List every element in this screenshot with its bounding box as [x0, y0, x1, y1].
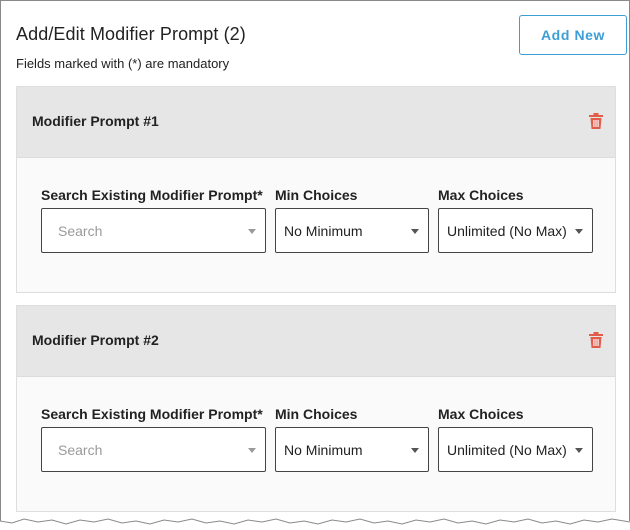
search-prompt-select[interactable]: Search — [41, 427, 266, 472]
trash-icon[interactable] — [589, 332, 603, 348]
search-prompt-select[interactable]: Search — [41, 208, 266, 253]
trash-icon[interactable] — [589, 113, 603, 129]
chevron-down-icon — [575, 229, 583, 234]
modifier-prompt-card: Modifier Prompt #1 Search Existing Modif… — [16, 86, 616, 293]
page-title: Add/Edit Modifier Prompt (2) — [16, 24, 246, 44]
chevron-down-icon — [248, 229, 256, 234]
min-choices-value: No Minimum — [284, 222, 363, 239]
search-placeholder: Search — [58, 222, 103, 239]
mandatory-note: Fields marked with (*) are mandatory — [16, 56, 230, 71]
card-header: Modifier Prompt #2 — [17, 306, 615, 377]
card-header: Modifier Prompt #1 — [17, 87, 615, 158]
chevron-down-icon — [248, 448, 256, 453]
card-body: Search Existing Modifier Prompt* Min Cho… — [17, 158, 615, 292]
max-choices-label: Max Choices — [438, 187, 524, 203]
min-choices-select[interactable]: No Minimum — [275, 208, 429, 253]
min-choices-label: Min Choices — [275, 187, 358, 203]
add-new-button[interactable]: Add New — [519, 15, 627, 55]
chevron-down-icon — [575, 448, 583, 453]
search-prompt-label: Search Existing Modifier Prompt* — [41, 406, 263, 422]
min-choices-select[interactable]: No Minimum — [275, 427, 429, 472]
card-title: Modifier Prompt #2 — [32, 332, 159, 348]
chevron-down-icon — [411, 448, 419, 453]
chevron-down-icon — [411, 229, 419, 234]
max-choices-select[interactable]: Unlimited (No Max) — [438, 427, 593, 472]
search-prompt-label: Search Existing Modifier Prompt* — [41, 187, 263, 203]
min-choices-label: Min Choices — [275, 406, 358, 422]
torn-edge — [0, 518, 630, 530]
max-choices-label: Max Choices — [438, 406, 524, 422]
max-choices-select[interactable]: Unlimited (No Max) — [438, 208, 593, 253]
min-choices-value: No Minimum — [284, 441, 363, 458]
max-choices-value: Unlimited (No Max) — [447, 441, 567, 458]
max-choices-value: Unlimited (No Max) — [447, 222, 567, 239]
card-title: Modifier Prompt #1 — [32, 113, 159, 129]
modifier-prompt-panel: Add/Edit Modifier Prompt (2) Fields mark… — [0, 0, 630, 521]
modifier-prompt-card: Modifier Prompt #2 Search Existing Modif… — [16, 305, 616, 512]
card-body: Search Existing Modifier Prompt* Min Cho… — [17, 377, 615, 511]
search-placeholder: Search — [58, 441, 103, 458]
